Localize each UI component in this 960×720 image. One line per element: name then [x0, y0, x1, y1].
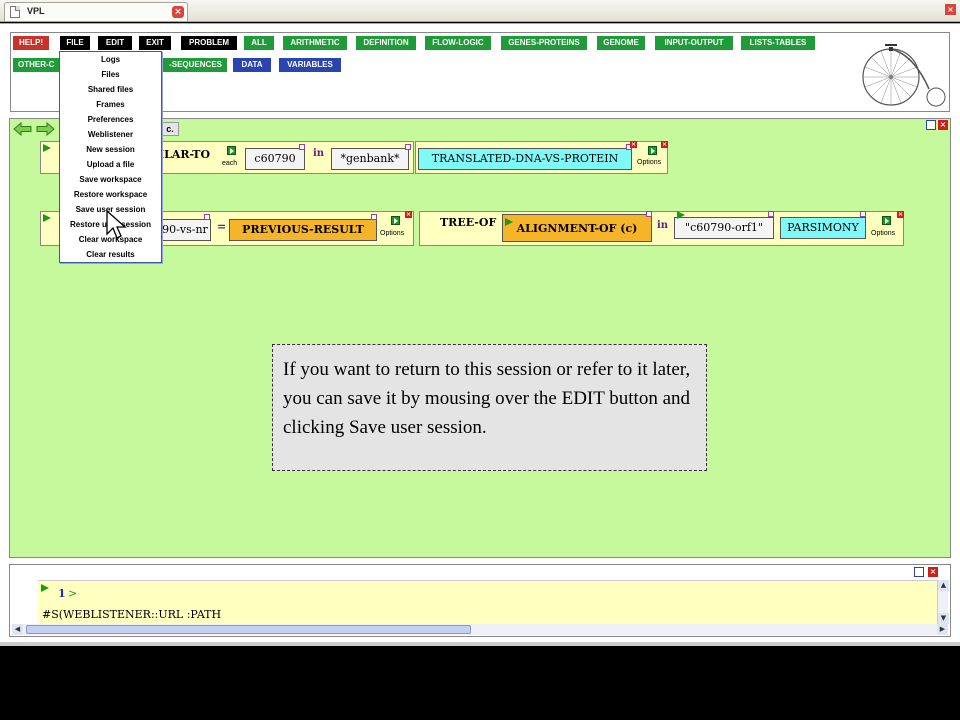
box-handle-icon — [43, 214, 51, 222]
options-icon[interactable] — [648, 146, 657, 155]
options-label[interactable]: Options — [380, 230, 404, 237]
listener-panel[interactable]: × 1 > #S(WEBLISTENER::URL :PATH ▲ ▼ ◀ ▶ — [9, 564, 951, 637]
data-button[interactable]: DATA — [233, 58, 271, 72]
sequences-button[interactable]: -SEQUENCES — [155, 58, 227, 72]
flow-logic-button[interactable]: FLOW-LOGIC — [425, 36, 491, 50]
tree-of-keyword: TREE-OF — [440, 216, 497, 229]
arg-translated-dna-vs-protein[interactable]: TRANSLATED-DNA-VS-PROTEIN — [418, 148, 632, 170]
prompt-symbol: > — [68, 587, 78, 600]
arg-genbank[interactable]: *genbank* — [331, 148, 409, 170]
page-viewport: HELP! FILE EDIT EXIT PROBLEM ALL ARITHME… — [0, 23, 960, 642]
alignment-of-keyword: ALIGNMENT-OF (c) — [516, 222, 638, 235]
listener-output[interactable]: 1 > #S(WEBLISTENER::URL :PATH — [38, 580, 938, 624]
browser-tab-bar: VPL × × — [0, 0, 960, 22]
prompt-number: 1 — [58, 587, 66, 600]
workspace-close-icon[interactable]: × — [938, 120, 948, 130]
arg-c60790[interactable]: c60790 — [245, 148, 305, 170]
box-handle-icon — [677, 211, 685, 219]
menu-item-restore-workspace[interactable]: Restore workspace — [60, 187, 161, 202]
options-icon[interactable] — [882, 216, 891, 225]
menu-item-logs[interactable]: Logs — [60, 52, 161, 67]
window-close-icon[interactable]: × — [945, 4, 956, 15]
arg-hole[interactable] — [299, 144, 305, 150]
lists-tables-button[interactable]: LISTS-TABLES — [741, 36, 815, 50]
menu-item-preferences[interactable]: Preferences — [60, 112, 161, 127]
delete-box-icon[interactable]: × — [661, 141, 668, 148]
screen: VPL × × HELP! FILE EDIT EXIT PROBLEM ALL… — [0, 0, 960, 720]
workspace-maximize-icon[interactable] — [926, 120, 936, 130]
menu-item-new-session[interactable]: New session — [60, 142, 161, 157]
listener-horizontal-scrollbar[interactable]: ◀ ▶ — [12, 624, 948, 635]
tab-close-icon[interactable]: × — [172, 6, 184, 18]
instruction-tooltip: If you want to return to this session or… — [272, 344, 707, 471]
tab-title: VPL — [27, 6, 45, 16]
menu-item-shared-files[interactable]: Shared files — [60, 82, 161, 97]
edit-button[interactable]: EDIT — [98, 36, 132, 50]
penny-farthing-logo — [862, 44, 946, 107]
prompt-handle-icon — [41, 584, 49, 592]
menu-item-clear-results[interactable]: Clear results — [60, 247, 161, 262]
in-keyword: in — [657, 220, 669, 231]
genes-proteins-button[interactable]: GENES-PROTEINS — [501, 36, 587, 50]
alignment-of-box[interactable]: ALIGNMENT-OF (c) — [502, 214, 652, 242]
scroll-left-icon[interactable]: ◀ — [12, 624, 23, 635]
listener-vertical-scrollbar[interactable]: ▲ ▼ — [937, 580, 949, 624]
scroll-up-icon[interactable]: ▲ — [938, 580, 949, 591]
scroll-down-icon[interactable]: ▼ — [938, 613, 949, 624]
menu-item-files[interactable]: Files — [60, 67, 161, 82]
listener-maximize-icon[interactable] — [914, 567, 924, 577]
tree-of-box[interactable]: TREE-OF ALIGNMENT-OF (c) in "c60790-orf1… — [419, 211, 904, 246]
delete-box-icon[interactable]: × — [405, 211, 412, 218]
arithmetic-button[interactable]: ARITHMETIC — [283, 36, 347, 50]
menu-item-save-workspace[interactable]: Save workspace — [60, 172, 161, 187]
options-label[interactable]: Options — [871, 230, 895, 237]
arg-hole[interactable] — [204, 214, 210, 220]
scroll-right-icon[interactable]: ▶ — [937, 624, 948, 635]
mouse-cursor-icon — [106, 210, 127, 239]
similar-to-keyword: ILAR-TO — [159, 148, 211, 161]
parsimony-box[interactable]: PARSIMONY — [780, 217, 866, 239]
in-keyword: in — [313, 148, 325, 159]
arg-hole[interactable] — [646, 211, 652, 217]
input-output-button[interactable]: INPUT-OUTPUT — [655, 36, 733, 50]
forward-arrow-icon[interactable] — [35, 122, 55, 136]
menu-item-upload-file[interactable]: Upload a file — [60, 157, 161, 172]
problem-button[interactable]: PROBLEM — [181, 36, 237, 50]
equals-sign: = — [217, 220, 227, 233]
variables-button[interactable]: VARIABLES — [279, 58, 341, 72]
back-arrow-icon[interactable] — [13, 122, 33, 136]
delete-box-icon[interactable]: × — [897, 211, 904, 218]
arg-hole[interactable] — [371, 214, 377, 220]
menu-item-frames[interactable]: Frames — [60, 97, 161, 112]
translated-box[interactable]: TRANSLATED-DNA-VS-PROTEIN Options × × — [415, 141, 668, 174]
previous-result-box[interactable]: PREVIOUS-RESULT — [229, 219, 377, 241]
options-label[interactable]: Options — [637, 159, 661, 166]
definition-button[interactable]: DEFINITION — [356, 36, 416, 50]
arg-c60790-orf1[interactable]: "c60790-orf1" — [674, 217, 774, 239]
status-strip — [0, 642, 960, 646]
arg-hole[interactable] — [860, 211, 866, 217]
help-button[interactable]: HELP! — [13, 36, 49, 50]
browser-tab[interactable]: VPL × — [4, 2, 188, 21]
box-handle-icon — [43, 144, 51, 152]
arg-hole[interactable] — [405, 144, 411, 150]
delete-box-icon[interactable]: × — [630, 141, 637, 148]
each-toggle-icon[interactable] — [227, 146, 236, 155]
genome-button[interactable]: GENOME — [597, 36, 645, 50]
options-icon[interactable] — [391, 216, 400, 225]
all-button[interactable]: ALL — [244, 36, 274, 50]
box-handle-icon — [505, 218, 513, 226]
arg-vs-nr[interactable]: 90-vs-nr — [159, 219, 211, 241]
exit-button[interactable]: EXIT — [139, 36, 171, 50]
arg-hole[interactable] — [768, 211, 774, 217]
listener-result-text: #S(WEBLISTENER::URL :PATH — [42, 608, 222, 621]
scrollbar-thumb[interactable] — [26, 625, 471, 634]
menu-item-weblistener[interactable]: Weblistener — [60, 127, 161, 142]
page-icon — [10, 6, 20, 18]
listener-close-icon[interactable]: × — [928, 567, 938, 577]
each-label: each — [222, 160, 238, 167]
file-button[interactable]: FILE — [60, 36, 90, 50]
results-tab[interactable]: c. — [161, 122, 179, 136]
